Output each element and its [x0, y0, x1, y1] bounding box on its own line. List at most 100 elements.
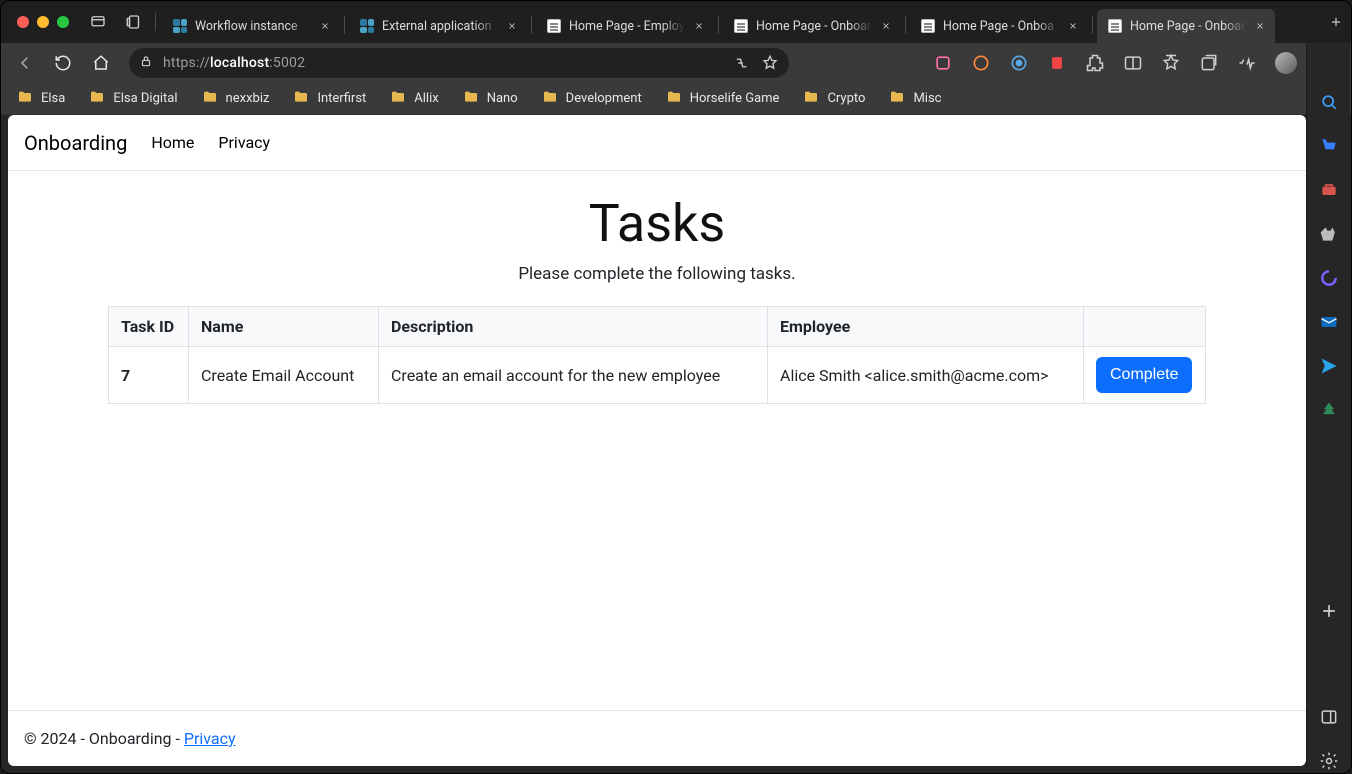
bookmark-label: Misc — [913, 91, 941, 106]
tab-separator — [1092, 16, 1093, 34]
browser-tabs: Workflow instance External application : H… — [162, 1, 1315, 43]
sidebar-games-icon[interactable] — [1318, 223, 1340, 245]
profile-avatar[interactable] — [1275, 52, 1297, 74]
sidebar-outlook-icon[interactable] — [1318, 311, 1340, 333]
sidebar-tools-icon[interactable] — [1318, 179, 1340, 201]
page-title: Tasks — [589, 193, 725, 254]
close-icon[interactable] — [505, 19, 519, 33]
browser-tab[interactable]: Home Page - Onboar — [1097, 9, 1275, 43]
sidebar-shopping-icon[interactable] — [1318, 135, 1340, 157]
page-subtitle: Please complete the following tasks. — [518, 264, 795, 284]
tasks-table: Task ID Name Description Employee 7 Crea… — [108, 306, 1206, 404]
extensions-icon[interactable] — [1085, 53, 1105, 73]
sidebar-office-icon[interactable] — [1318, 267, 1340, 289]
browser-tab[interactable]: Home Page - Onboar — [723, 9, 901, 43]
bookmark-folder[interactable]: Interfirst — [293, 89, 366, 109]
col-header-description: Description — [379, 307, 768, 347]
tab-title: Home Page - Onboar — [756, 19, 872, 34]
ext-icon-1[interactable] — [933, 53, 953, 73]
favicon-doc-icon — [920, 18, 936, 34]
bookmark-folder[interactable]: Misc — [889, 89, 941, 109]
refresh-button[interactable] — [49, 49, 77, 77]
table-header-row: Task ID Name Description Employee — [109, 307, 1206, 347]
favicon-doc-icon — [733, 18, 749, 34]
folder-icon — [463, 89, 479, 109]
close-icon[interactable] — [1253, 19, 1267, 33]
cell-description: Create an email account for the new empl… — [379, 347, 768, 404]
folder-icon — [390, 89, 406, 109]
favicon-doc-icon — [1107, 18, 1123, 34]
complete-button[interactable]: Complete — [1096, 357, 1192, 393]
footer-privacy-link[interactable]: Privacy — [184, 729, 236, 748]
window-zoom-button[interactable] — [57, 16, 69, 28]
title-bar: Workflow instance External application : H… — [1, 1, 1351, 43]
nav-link-privacy[interactable]: Privacy — [218, 133, 270, 152]
cell-actions: Complete — [1084, 347, 1206, 404]
app-navbar: Onboarding Home Privacy — [8, 115, 1306, 171]
bookmark-folder[interactable]: Nano — [463, 89, 518, 109]
bookmark-label: Elsa Digital — [113, 91, 177, 106]
tab-title: Home Page - Onboa — [943, 19, 1059, 34]
split-screen-icon[interactable] — [1123, 53, 1143, 73]
tab-separator — [155, 13, 156, 31]
lock-icon — [139, 54, 153, 72]
bookmark-folder[interactable]: Development — [542, 89, 642, 109]
ext-icon-4[interactable] — [1047, 53, 1067, 73]
page-footer: © 2024 - Onboarding - Privacy — [8, 710, 1306, 766]
folder-icon — [17, 89, 33, 109]
new-tab-button[interactable] — [1321, 15, 1351, 29]
tab-separator — [344, 16, 345, 34]
address-bar[interactable]: https://localhost:5002 — [129, 48, 789, 78]
toolbar: https://localhost:5002 — [1, 43, 1351, 83]
ext-icon-2[interactable] — [971, 53, 991, 73]
cell-name: Create Email Account — [189, 347, 379, 404]
nav-link-home[interactable]: Home — [151, 133, 194, 152]
bookmark-folder[interactable]: Allix — [390, 89, 438, 109]
sidebar-search-icon[interactable] — [1318, 91, 1340, 113]
bookmark-folder[interactable]: Horselife Game — [666, 89, 780, 109]
close-icon[interactable] — [318, 19, 332, 33]
sidebar-drop-icon[interactable] — [1318, 355, 1340, 377]
close-icon[interactable] — [1066, 19, 1080, 33]
folder-icon — [803, 89, 819, 109]
edge-sidebar — [1306, 43, 1350, 772]
table-row: 7 Create Email Account Create an email a… — [109, 347, 1206, 404]
favicon-doc-icon — [546, 18, 562, 34]
close-icon[interactable] — [879, 19, 893, 33]
folder-icon — [666, 89, 682, 109]
bookmark-folder[interactable]: Crypto — [803, 89, 865, 109]
tab-actions-icon[interactable] — [119, 7, 149, 37]
bookmark-label: Allix — [414, 91, 438, 106]
app-brand[interactable]: Onboarding — [24, 131, 127, 155]
sidebar-plus-icon[interactable] — [1318, 600, 1340, 622]
bookmark-folder[interactable]: Elsa — [17, 89, 65, 109]
browser-tab[interactable]: Workflow instance — [162, 9, 340, 43]
page-content: Tasks Please complete the following task… — [8, 171, 1306, 710]
bookmark-folder[interactable]: Elsa Digital — [89, 89, 177, 109]
window-close-button[interactable] — [17, 16, 29, 28]
favorites-icon[interactable] — [1161, 53, 1181, 73]
performance-icon[interactable] — [1237, 53, 1257, 73]
tab-title: Workflow instance — [195, 19, 311, 34]
back-button[interactable] — [11, 49, 39, 77]
page-viewport: Onboarding Home Privacy Tasks Please com… — [8, 115, 1306, 766]
home-button[interactable] — [87, 49, 115, 77]
bookmark-label: Nano — [487, 91, 518, 106]
folder-icon — [542, 89, 558, 109]
workspaces-icon[interactable] — [83, 7, 113, 37]
star-icon[interactable] — [761, 54, 779, 72]
window-minimize-button[interactable] — [37, 16, 49, 28]
ext-icon-3[interactable] — [1009, 53, 1029, 73]
collections-icon[interactable] — [1199, 53, 1219, 73]
browser-tab[interactable]: External application : — [349, 9, 527, 43]
browser-tab[interactable]: Home Page - Onboa — [910, 9, 1088, 43]
browser-tab[interactable]: Home Page - Employ — [536, 9, 714, 43]
bookmark-folder[interactable]: nexxbiz — [202, 89, 270, 109]
sidebar-hide-icon[interactable] — [1318, 706, 1340, 728]
sidebar-settings-icon[interactable] — [1318, 750, 1340, 772]
col-header-name: Name — [189, 307, 379, 347]
sidebar-tree-icon[interactable] — [1318, 399, 1340, 421]
bookmark-label: Crypto — [827, 91, 865, 106]
read-aloud-icon[interactable] — [733, 54, 751, 72]
close-icon[interactable] — [692, 19, 706, 33]
